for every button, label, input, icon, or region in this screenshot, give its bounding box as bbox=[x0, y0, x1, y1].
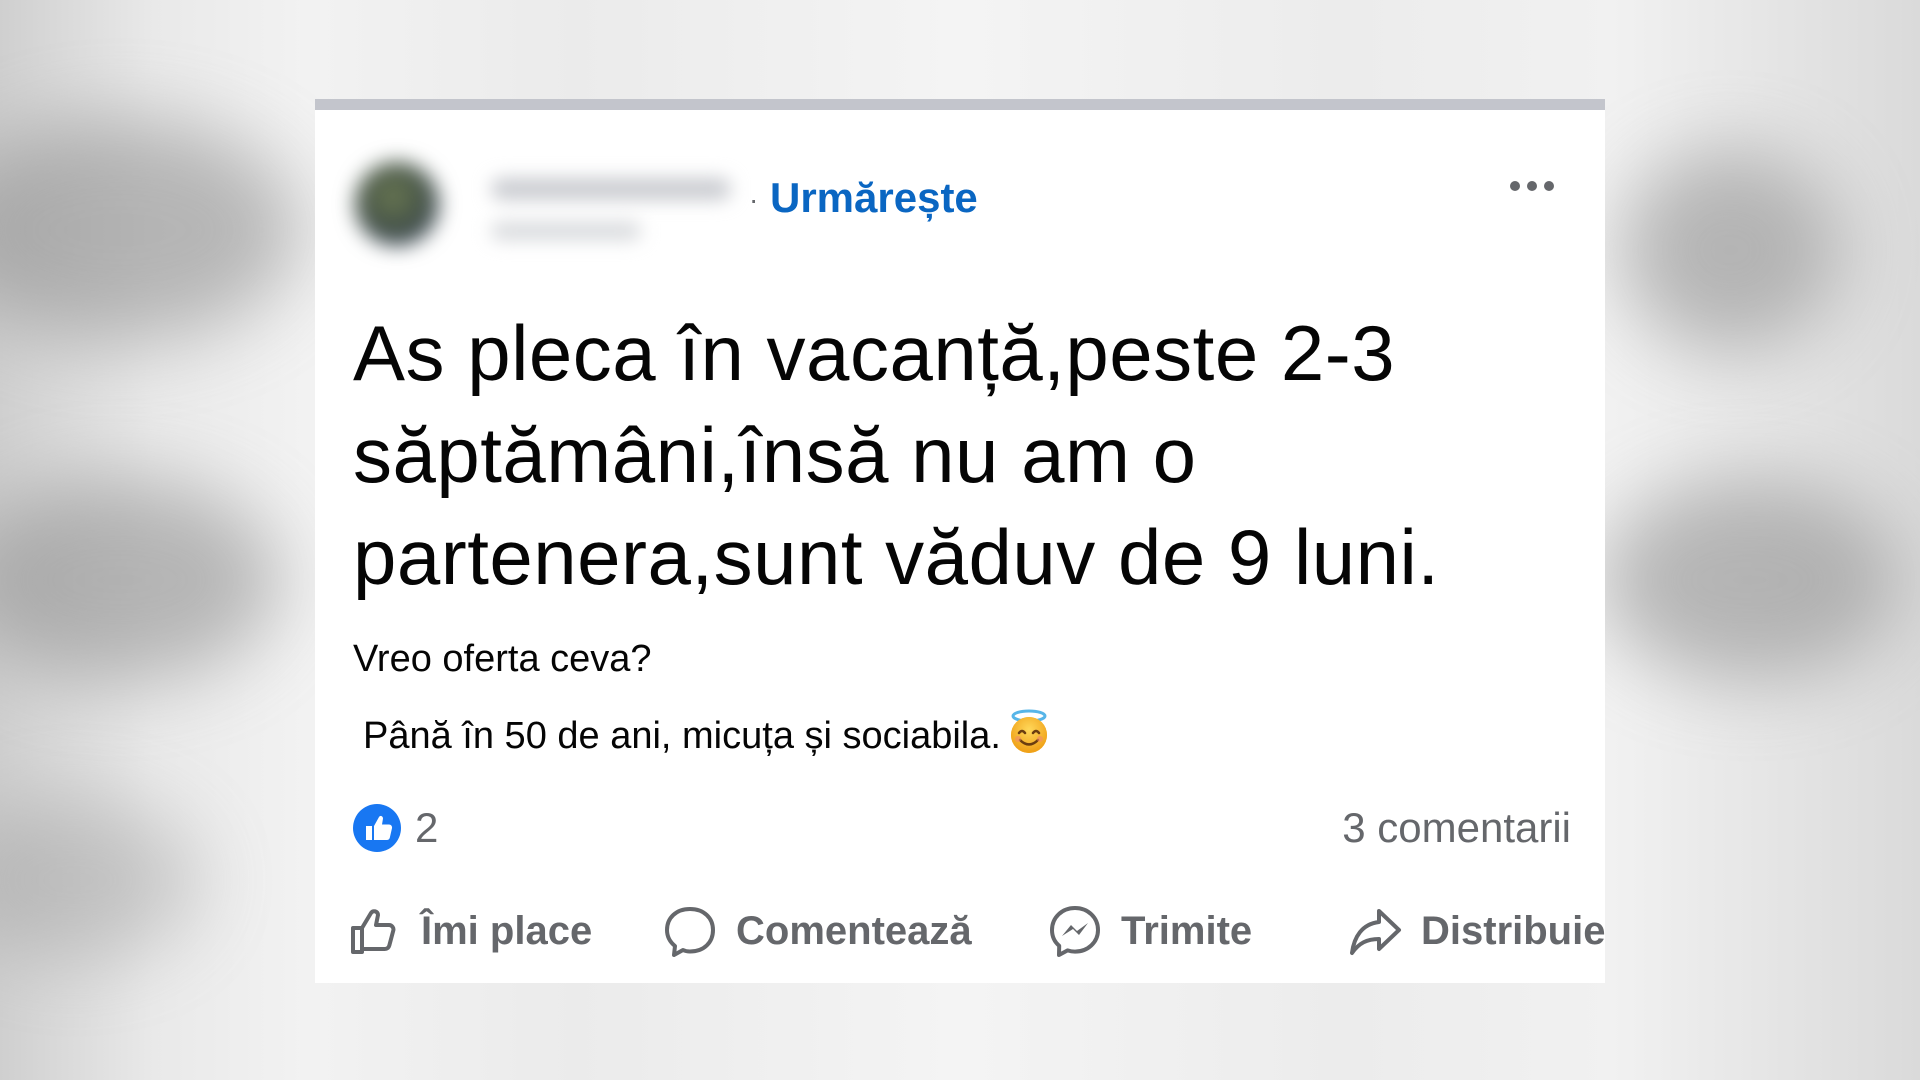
share-button[interactable]: Distribuie bbox=[1345, 896, 1605, 966]
thumbs-up-icon bbox=[351, 909, 396, 954]
share-button-label: Distribuie bbox=[1421, 908, 1606, 953]
send-button-label: Trimite bbox=[1121, 908, 1253, 953]
post-question: Vreo oferta ceva? bbox=[353, 638, 652, 680]
post-details-text: Până în 50 de ani, micuța și sociabila. bbox=[363, 715, 1001, 757]
post-header: · Urmărește bbox=[315, 110, 1605, 246]
background-blur-shape bbox=[0, 480, 280, 680]
post-actions-bar: Îmi place Comentează Trimite Distribuie bbox=[345, 896, 1605, 966]
comments-count[interactable]: 3 comentarii bbox=[1342, 802, 1571, 854]
post-card: · Urmărește As pleca în vacanță,peste 2-… bbox=[315, 99, 1605, 983]
comment-button[interactable]: Comentează bbox=[660, 896, 972, 966]
blurred-author-name bbox=[491, 178, 731, 200]
blurred-post-meta bbox=[491, 222, 641, 240]
like-count[interactable]: 2 bbox=[415, 802, 438, 854]
like-badge-icon[interactable] bbox=[353, 804, 401, 852]
send-button[interactable]: Trimite bbox=[1045, 896, 1252, 966]
background-blur-shape bbox=[1620, 150, 1840, 350]
halo-emoji-icon bbox=[1005, 708, 1053, 756]
comment-button-label: Comentează bbox=[736, 908, 972, 953]
more-options-icon[interactable] bbox=[1505, 168, 1565, 204]
post-text-line: săptămâni,însă nu am o bbox=[353, 411, 1197, 499]
post-stats: 2 3 comentarii bbox=[353, 800, 1571, 856]
messenger-icon bbox=[1050, 906, 1100, 957]
avatar[interactable] bbox=[355, 162, 439, 246]
background-blur-shape bbox=[1600, 480, 1900, 680]
comment-icon bbox=[665, 907, 715, 957]
post-details: Până în 50 de ani, micuța și sociabila. bbox=[363, 708, 1053, 761]
separator-dot: · bbox=[749, 184, 759, 215]
post-text-line: partenera,sunt văduv de 9 luni. bbox=[353, 513, 1440, 601]
like-button[interactable]: Îmi place bbox=[345, 896, 592, 966]
background-blur-shape bbox=[0, 800, 200, 960]
post-main-text: As pleca în vacanță,peste 2-3 săptămâni,… bbox=[353, 302, 1573, 608]
share-icon bbox=[1350, 909, 1401, 955]
like-button-label: Îmi place bbox=[421, 908, 593, 953]
follow-button[interactable]: Urmărește bbox=[770, 168, 978, 228]
background-blur-shape bbox=[0, 120, 300, 340]
post-text-line: As pleca în vacanță,peste 2-3 bbox=[353, 309, 1396, 397]
